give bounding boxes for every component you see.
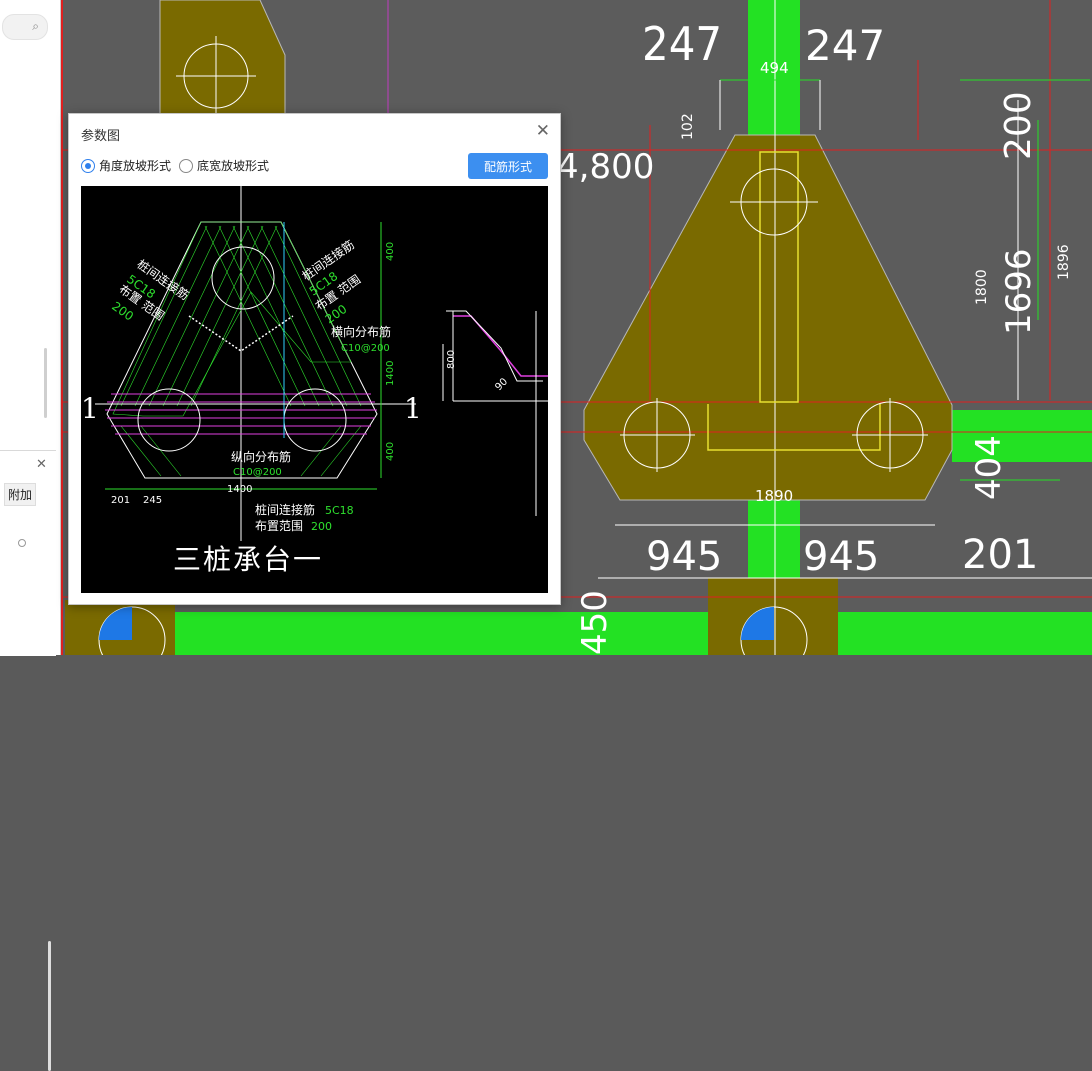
slope-mode-radio-group: 角度放坡形式 底宽放坡形式 — [81, 157, 277, 174]
bottom-range-label: 布置范围 — [255, 519, 303, 533]
dim-1696: 1696 — [999, 248, 1039, 335]
scrollbar[interactable] — [44, 348, 47, 418]
rebar-form-button[interactable]: 配筋形式 — [468, 153, 548, 179]
trans-rebar-label: 横向分布筋 — [331, 324, 391, 339]
radio-angle-slope[interactable] — [81, 158, 95, 173]
green-beam-bottom — [170, 612, 1092, 655]
dim-1400-mid: 1400 — [385, 361, 396, 386]
dim-945-right: 945 — [803, 534, 879, 580]
parameter-drawing: 1 1 400 1400 400 桩间连接筋 5C18 布置 范围 200 桩间… — [81, 186, 548, 593]
cap-drawing-svg: 1 1 400 1400 400 桩间连接筋 5C18 布置 范围 200 桩间… — [81, 186, 548, 541]
dim-201-drawing: 201 — [111, 495, 130, 506]
dim-404: 404 — [969, 435, 1009, 500]
close-icon[interactable]: ✕ — [536, 121, 550, 141]
dim-800-section: 800 — [446, 350, 457, 369]
dim-400-bot: 400 — [385, 442, 396, 461]
bottom-rebar-spec: 5C18 — [325, 504, 354, 517]
radio-dot[interactable] — [18, 539, 26, 547]
green-beam-vertical-bottom — [748, 500, 800, 580]
section-mark-left: 1 — [81, 392, 99, 425]
left-side-panel: ⌕ ✕ 附加 — [0, 0, 61, 1071]
properties-panel: ✕ 附加 — [0, 450, 56, 1071]
long-rebar-spec: C10@200 — [233, 467, 282, 478]
dim-1890: 1890 — [755, 487, 793, 505]
dim-245-drawing: 245 — [143, 495, 162, 506]
dim-400-top: 400 — [385, 242, 396, 261]
radio-angle-label[interactable]: 角度放坡形式 — [99, 157, 171, 174]
cap-left-top — [159, 0, 286, 116]
close-icon[interactable]: ✕ — [36, 457, 47, 472]
dim-201: 201 — [962, 532, 1038, 578]
dialog-title: 参数图 — [81, 129, 121, 144]
dim-945-left: 945 — [646, 534, 722, 580]
dim-450: 450 — [575, 590, 615, 655]
scrollbar-lower[interactable] — [48, 941, 51, 1071]
drawing-title: 三桩承台一 — [173, 543, 324, 576]
dim-90-angle: 90 — [493, 376, 510, 393]
dim-247-left: 247 — [642, 18, 722, 71]
dim-200: 200 — [998, 91, 1039, 160]
bottom-rebar-label: 桩间连接筋 — [255, 502, 315, 517]
search-input[interactable]: ⌕ — [2, 14, 48, 40]
search-icon[interactable]: ⌕ — [32, 19, 39, 34]
dim-1400-bottom: 1400 — [227, 484, 252, 495]
bottom-range-val: 200 — [311, 520, 332, 533]
trans-rebar-spec: C10@200 — [341, 343, 390, 354]
dim-494: 494 — [760, 59, 789, 77]
dim-1896: 1896 — [1056, 244, 1072, 280]
radio-width-slope[interactable] — [179, 158, 194, 173]
section-mark-right: 1 — [404, 392, 422, 425]
dim-4800: 4,800 — [557, 147, 654, 187]
addon-tab[interactable]: 附加 — [4, 483, 37, 506]
dim-1800: 1800 — [974, 269, 990, 305]
long-rebar-label: 纵向分布筋 — [231, 449, 291, 464]
dim-247-right: 247 — [805, 21, 885, 70]
radio-width-label[interactable]: 底宽放坡形式 — [197, 157, 269, 174]
parameter-dialog: 参数图 ✕ 角度放坡形式 底宽放坡形式 配筋形式 1 1 400 1400 40… — [68, 113, 561, 605]
dim-102: 102 — [680, 113, 696, 140]
